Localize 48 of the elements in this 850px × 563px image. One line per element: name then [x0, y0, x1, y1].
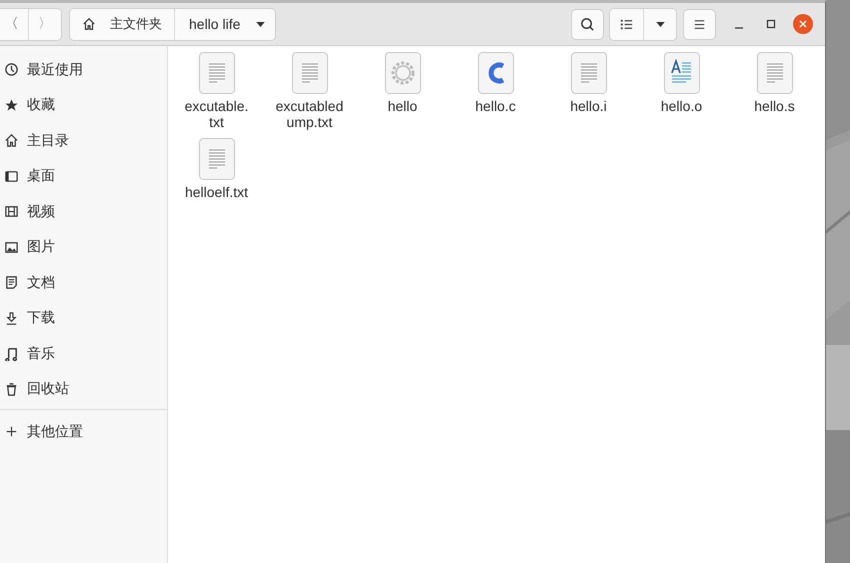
search-icon	[580, 16, 595, 32]
sidebar-item[interactable]: 最近使用	[0, 52, 167, 88]
star-icon	[4, 98, 19, 113]
maximize-icon	[766, 19, 776, 29]
menu-button[interactable]	[683, 8, 716, 40]
file-item[interactable]: hello.c	[449, 52, 542, 138]
minimize-icon	[734, 27, 744, 29]
trash-icon	[4, 382, 19, 397]
music-note-icon	[4, 346, 19, 362]
image-icon	[4, 240, 19, 255]
file-item[interactable]: hello	[356, 52, 449, 138]
path-button[interactable]: hello life	[174, 8, 276, 40]
file-item[interactable]: helloelf.txt	[170, 138, 263, 224]
sidebar-item[interactable]: 主目录	[0, 123, 167, 158]
gear-file-icon	[384, 52, 420, 94]
document-icon	[4, 275, 19, 290]
sidebar-item[interactable]: 收藏	[0, 88, 167, 123]
sidebar-item[interactable]: 音乐	[0, 336, 167, 372]
home-icon	[4, 133, 19, 148]
text-file-icon	[198, 52, 234, 94]
download-icon	[4, 310, 19, 326]
close-button[interactable]	[793, 14, 813, 34]
text-file-icon	[756, 52, 792, 94]
file-item[interactable]: excutable. txt	[170, 52, 263, 138]
text-file-icon	[292, 52, 328, 94]
text-file-icon	[570, 52, 606, 94]
file-item[interactable]: hello.o	[635, 52, 728, 138]
search-button[interactable]	[571, 8, 604, 40]
c-file-icon	[478, 52, 514, 94]
file-item[interactable]: excutabled ump.txt	[263, 52, 356, 138]
close-icon	[798, 19, 808, 29]
text-file-icon	[198, 138, 234, 180]
sidebar-item[interactable]: 文档	[0, 265, 167, 300]
caret-icon	[256, 22, 266, 26]
sidebar-item[interactable]: 图片	[0, 230, 167, 265]
sidebar-item[interactable]: 桌面	[0, 158, 167, 194]
document-file-icon	[664, 52, 700, 94]
sidebar-item[interactable]: 回收站	[0, 372, 167, 407]
file-item[interactable]: hello.i	[542, 52, 635, 138]
sidebar-item[interactable]: 视频	[0, 194, 167, 230]
other-locations-item[interactable]: 其他位置	[0, 414, 167, 450]
file-item[interactable]: hello.s	[728, 52, 821, 138]
caret-icon	[656, 22, 664, 26]
film-icon	[4, 204, 19, 220]
desktop-icon	[4, 168, 19, 184]
home-icon	[82, 17, 96, 31]
clock-icon	[4, 62, 19, 78]
sidebar-item[interactable]: 下载	[0, 300, 167, 336]
